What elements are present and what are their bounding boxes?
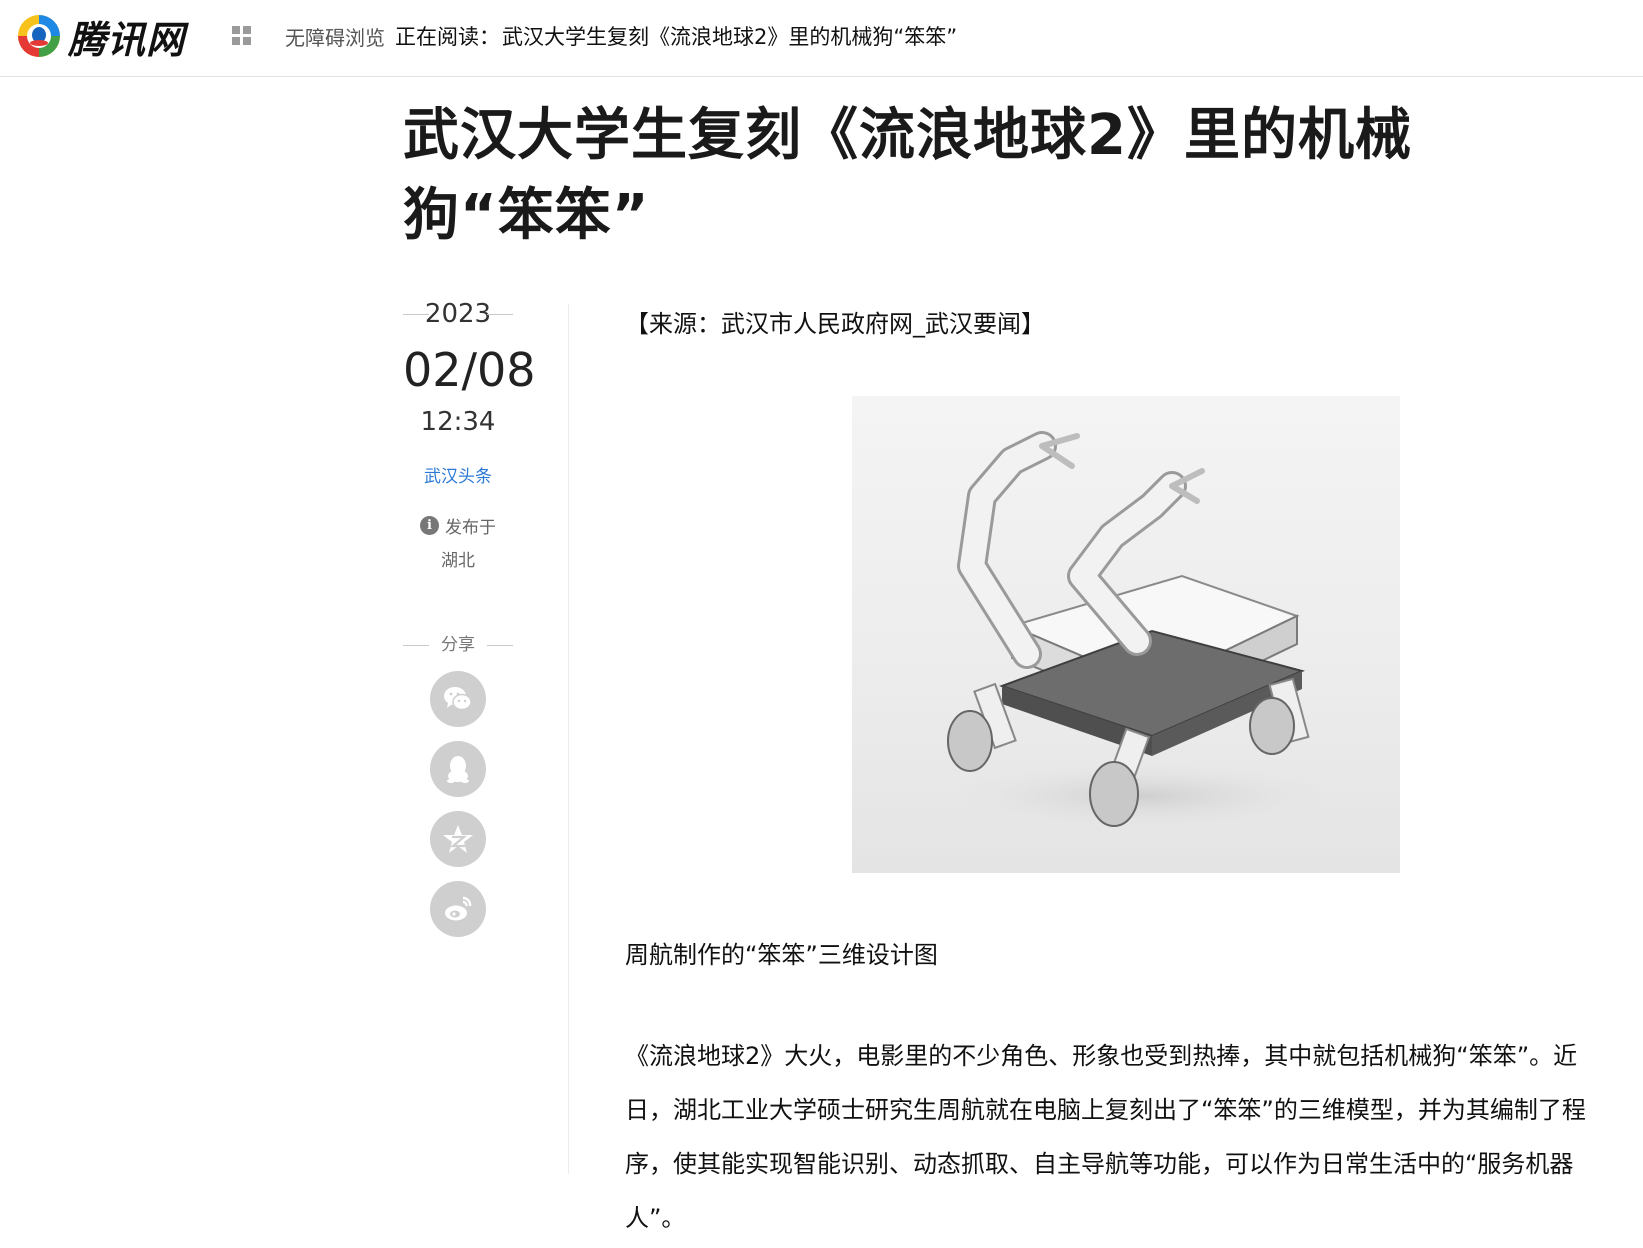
- share-label: 分享: [403, 633, 513, 657]
- tencent-logo-icon: [18, 15, 60, 57]
- share-wechat-button[interactable]: [430, 671, 486, 727]
- meta-divider: [568, 304, 569, 1174]
- top-navigation-bar: 腾讯网 无障碍浏览 正在阅读：武汉大学生复刻《流浪地球2》里的机械狗“笨笨”: [0, 0, 1643, 77]
- image-caption: 周航制作的“笨笨”三维设计图: [625, 941, 938, 969]
- qzone-icon: [443, 825, 473, 853]
- now-reading-prefix: 正在阅读：: [395, 25, 500, 49]
- robot-dog-rendering-image: [852, 396, 1400, 873]
- channel-link[interactable]: 武汉头条: [403, 462, 513, 487]
- share-qq-button[interactable]: [430, 741, 486, 797]
- published-label: 发布于: [445, 518, 496, 538]
- tencent-logo[interactable]: 腾讯网: [16, 8, 185, 64]
- accessibility-link[interactable]: 无障碍浏览: [285, 22, 385, 51]
- publish-time: 12:34: [420, 407, 496, 437]
- wechat-icon: [444, 687, 472, 711]
- publish-year: 2023: [403, 296, 513, 332]
- info-icon: i: [420, 516, 439, 535]
- publish-date: 02/08: [403, 343, 536, 397]
- published-location-label: i 发布于: [403, 513, 513, 538]
- share-weibo-button[interactable]: [430, 881, 486, 937]
- now-reading-title: 武汉大学生复刻《流浪地球2》里的机械狗“笨笨”: [502, 25, 958, 49]
- logo-text: 腾讯网: [68, 17, 186, 62]
- qq-icon: [447, 756, 469, 783]
- share-qzone-button[interactable]: [430, 811, 486, 867]
- article-meta: 2023 02/08 12:34 武汉头条 i 发布于 湖北 分享: [403, 296, 536, 937]
- apps-grid-icon[interactable]: [232, 26, 252, 46]
- weibo-icon: [445, 896, 472, 921]
- article-title: 武汉大学生复刻《流浪地球2》里的机械狗“笨笨”: [403, 103, 1412, 248]
- published-location: 湖北: [441, 551, 475, 571]
- article-source: 【来源：武汉市人民政府网_武汉要闻】: [625, 310, 1045, 338]
- robot-dog-illustration: [912, 431, 1372, 836]
- now-reading: 正在阅读：武汉大学生复刻《流浪地球2》里的机械狗“笨笨”: [395, 21, 957, 51]
- article-paragraph: 《流浪地球2》大火，电影里的不少角色、形象也受到热捧，其中就包括机械狗“笨笨”。…: [625, 1042, 1586, 1232]
